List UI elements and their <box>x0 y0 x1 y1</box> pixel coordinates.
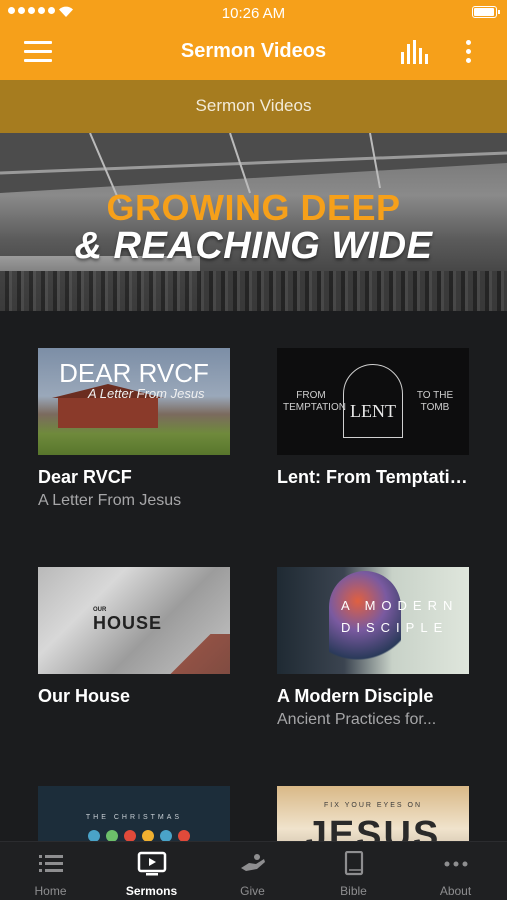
series-title: A Modern Disciple <box>277 686 434 706</box>
series-card[interactable]: DEAR RVCF A Letter From Jesus Dear RVCF … <box>38 348 230 510</box>
status-time: 10:26 AM <box>221 5 286 22</box>
tab-label: Home <box>34 884 67 898</box>
series-title: Lent: From Temptation to th... <box>277 467 477 487</box>
tab-label: Bible <box>340 884 367 898</box>
thumbnail-title: JESUS <box>305 814 441 841</box>
series-title: Our House <box>38 686 131 706</box>
series-card[interactable]: FIX YOUR EYES ON JESUS <box>277 786 469 841</box>
church-building-image <box>52 384 164 428</box>
more-vertical-icon[interactable] <box>458 38 478 66</box>
sermon-series-grid: DEAR RVCF A Letter From Jesus Dear RVCF … <box>0 311 507 841</box>
tab-label: About <box>439 884 472 898</box>
series-card[interactable]: OUR HOUSE Our House <box>38 567 230 707</box>
banner-headline: GROWING DEEP <box>106 187 401 228</box>
page-title: Sermon Videos <box>180 40 327 62</box>
series-title: Dear RVCF <box>38 467 132 487</box>
brick-texture-image <box>170 634 230 674</box>
thumbnail-title: HOUSE <box>93 613 163 633</box>
battery-icon <box>472 6 500 18</box>
thumbnail-kicker: FIX YOUR EYES ON <box>324 802 422 809</box>
tab-bar: Home Sermons Give Bible About <box>0 841 507 900</box>
tab-bible[interactable]: Bible <box>303 842 404 900</box>
series-thumbnail: FIX YOUR EYES ON JESUS <box>277 786 469 841</box>
thumbnail-text-right: TO THE TOMB <box>416 390 454 413</box>
thumbnail-title: A MODERN DISCIPLE <box>341 598 459 635</box>
tab-label: Sermons <box>125 884 178 898</box>
thumbnail-title: THE CHRISTMAS <box>85 814 183 821</box>
series-subtitle: A Letter From Jesus <box>38 492 182 509</box>
book-icon <box>344 851 363 876</box>
tab-about[interactable]: About <box>404 842 507 900</box>
nav-bar: Sermon Videos <box>0 26 507 80</box>
tab-give[interactable]: Give <box>202 842 303 900</box>
ornament-dots-image <box>88 830 190 841</box>
series-thumbnail: THE CHRISTMAS <box>38 786 230 841</box>
giving-hand-icon <box>240 854 265 871</box>
banner-subheadline: & REACHING WIDE <box>74 225 433 267</box>
tab-home[interactable]: Home <box>0 842 101 900</box>
audio-levels-icon[interactable] <box>400 40 430 64</box>
series-card[interactable]: FROM TEMPTATION LENT TO THE TOMB Lent: F… <box>277 348 477 488</box>
thumbnail-title: LENT <box>350 401 396 421</box>
series-card[interactable]: THE CHRISTMAS <box>38 786 230 841</box>
tv-play-icon <box>137 851 166 876</box>
crowd-image <box>0 271 507 311</box>
ellipsis-icon <box>444 861 467 867</box>
section-title: Sermon Videos <box>195 96 312 115</box>
series-card[interactable]: A MODERN DISCIPLE A Modern Disciple Anci… <box>277 567 469 729</box>
thumbnail-subtitle: A Letter From Jesus <box>88 386 205 401</box>
series-thumbnail: DEAR RVCF A Letter From Jesus <box>38 348 230 455</box>
series-subtitle: Ancient Practices for... <box>277 711 437 728</box>
thumbnail-text-left: FROM TEMPTATION <box>283 390 346 413</box>
section-header: Sermon Videos <box>0 80 507 133</box>
series-thumbnail: A MODERN DISCIPLE <box>277 567 469 674</box>
thumbnail-title: DEAR RVCF <box>59 358 209 388</box>
series-thumbnail: FROM TEMPTATION LENT TO THE TOMB <box>277 348 469 455</box>
status-bar: 10:26 AM <box>0 0 507 26</box>
hero-banner[interactable]: GROWING DEEP & REACHING WIDE <box>0 133 507 311</box>
tab-label: Give <box>240 884 265 898</box>
tab-sermons[interactable]: Sermons <box>101 842 202 900</box>
series-thumbnail: OUR HOUSE <box>38 567 230 674</box>
list-icon <box>38 855 63 872</box>
